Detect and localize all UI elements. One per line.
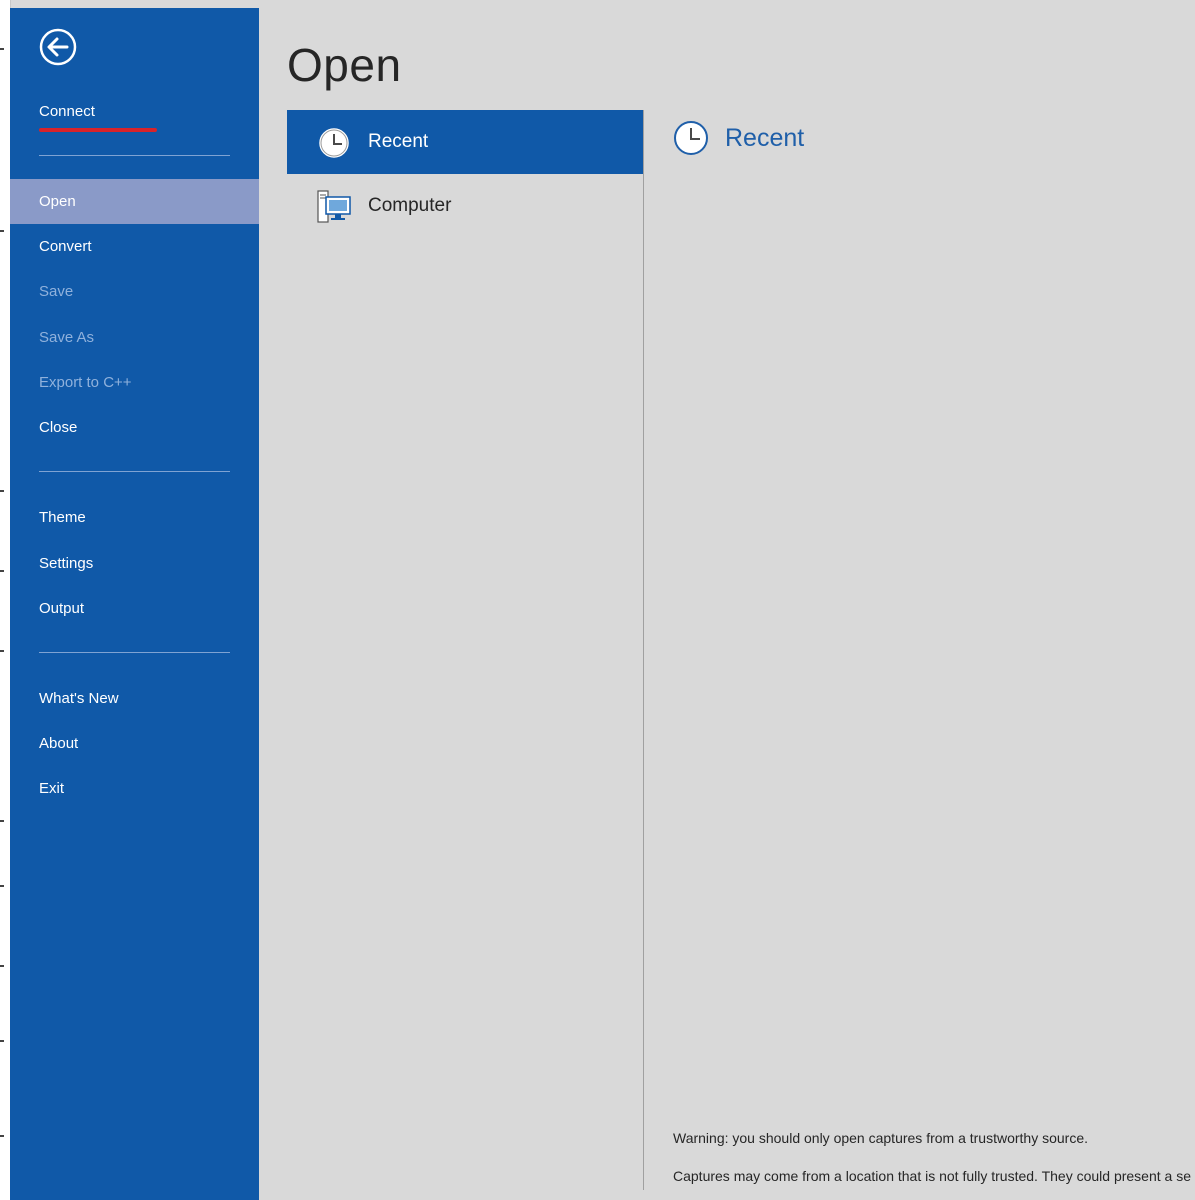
warning-area: Warning: you should only open captures f… — [644, 1120, 1195, 1200]
recent-header-label: Recent — [725, 124, 805, 152]
nav-close[interactable]: Close — [10, 405, 259, 450]
nav-settings[interactable]: Settings — [10, 541, 259, 586]
sidebar-separator — [39, 155, 230, 156]
sidebar-separator — [39, 471, 230, 472]
nav-export-cpp: Export to C++ — [39, 374, 132, 391]
nav-convert[interactable]: Convert — [10, 224, 259, 269]
nav-whats-new[interactable]: What's New — [10, 676, 259, 721]
nav-save-as: Save As — [39, 329, 95, 346]
nav-open[interactable]: Open — [10, 179, 259, 224]
computer-icon — [317, 190, 351, 224]
back-arrow-icon[interactable] — [39, 28, 77, 66]
place-label: Computer — [368, 195, 452, 216]
warning-text: Warning: you should only open captures f… — [673, 1130, 1089, 1146]
place-computer[interactable]: Computer — [287, 174, 643, 238]
nav-exit[interactable]: Exit — [10, 766, 259, 811]
place-label: Recent — [368, 131, 429, 152]
nav-output[interactable]: Output — [10, 586, 259, 631]
nav-about[interactable]: About — [10, 721, 259, 766]
nav-save: Save — [39, 283, 74, 300]
clock-icon — [317, 126, 351, 160]
clock-icon — [673, 120, 709, 156]
backstage-sidebar: Connect Open Convert Save Save As Export… — [10, 8, 259, 1200]
nav-theme[interactable]: Theme — [10, 495, 259, 540]
open-locations-list: Recent Computer — [287, 110, 644, 1190]
connect-underline — [39, 128, 157, 132]
sidebar-separator — [39, 652, 230, 653]
page-title: Open — [287, 39, 402, 91]
place-recent[interactable]: Recent — [287, 110, 643, 174]
warning-detail-text: Captures may come from a location that i… — [673, 1168, 1191, 1184]
